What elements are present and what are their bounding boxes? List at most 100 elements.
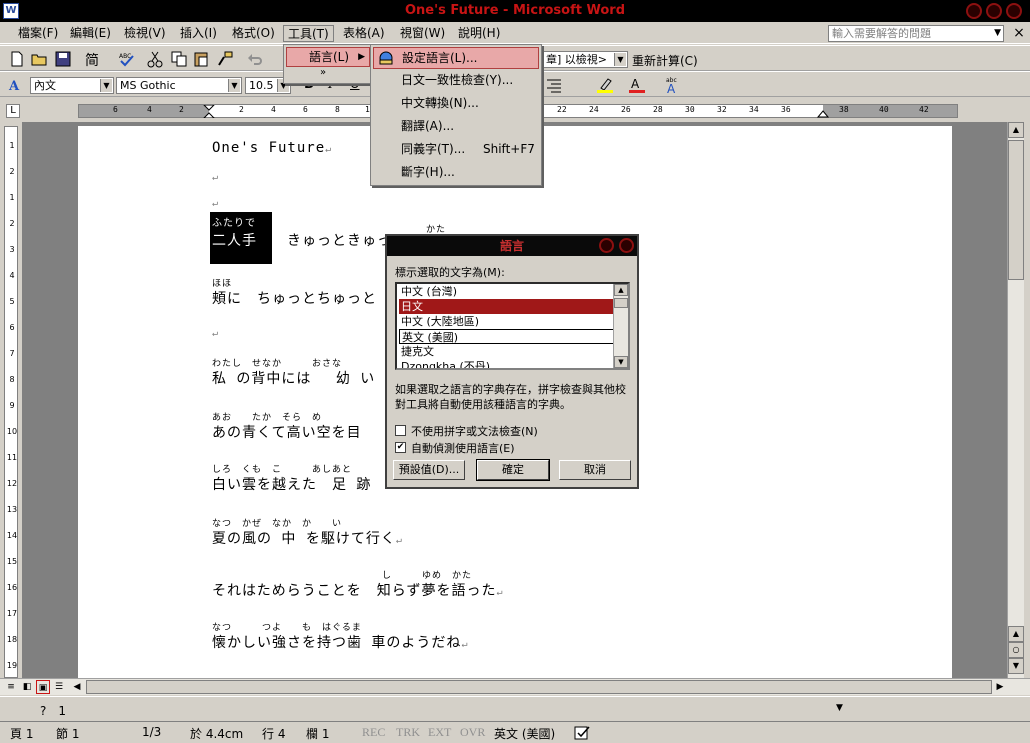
- right-indent-marker-icon[interactable]: [817, 105, 829, 118]
- status-rec[interactable]: REC: [362, 725, 385, 740]
- globe-book-icon: [379, 51, 393, 65]
- default-button[interactable]: 預設值(D)...: [393, 460, 465, 480]
- scroll-right-icon[interactable]: ▶: [993, 680, 1007, 694]
- status-ovr[interactable]: OVR: [460, 725, 485, 740]
- menu-file[interactable]: 檔案(F): [14, 25, 62, 42]
- help-search-input[interactable]: 輸入需要解答的問題 ▼: [828, 25, 1004, 42]
- list-item[interactable]: 中文 (台灣): [399, 284, 614, 299]
- menu-item-translate[interactable]: 翻譯(A)...: [373, 116, 539, 138]
- highlight-icon[interactable]: [596, 76, 614, 94]
- undo-icon[interactable]: [246, 50, 264, 68]
- next-page-icon[interactable]: ▼: [1008, 658, 1024, 674]
- list-item-selected[interactable]: 日文: [399, 299, 614, 314]
- auto-detect-checkbox[interactable]: ✔: [395, 442, 406, 453]
- document-close-button[interactable]: ×: [1010, 24, 1028, 42]
- align-right-icon[interactable]: [545, 76, 563, 94]
- copy-icon[interactable]: [170, 50, 188, 68]
- browse-object-icon[interactable]: ○: [1008, 642, 1024, 658]
- recalculate-button[interactable]: 重新計算(C): [632, 52, 698, 69]
- scroll-down-icon[interactable]: ▼: [614, 356, 628, 368]
- svg-text:A: A: [8, 79, 20, 94]
- menu-item-chinese-conversion[interactable]: 中文轉換(N)...: [373, 93, 539, 115]
- scroll-thumb[interactable]: [1008, 140, 1024, 280]
- ruler-tick: 6: [303, 105, 308, 114]
- chevron-down-icon[interactable]: ▼: [228, 79, 240, 92]
- outline-view-icon[interactable]: ☰: [52, 680, 66, 694]
- menu-edit[interactable]: 編輯(E): [66, 25, 115, 42]
- expand-menu-icon[interactable]: »: [320, 67, 326, 78]
- ok-button[interactable]: 確定: [476, 459, 550, 481]
- chevron-down-icon[interactable]: ▼: [836, 703, 843, 713]
- dialog-close-button[interactable]: [619, 238, 634, 253]
- horizontal-scrollbar[interactable]: ≡ ◧ ▣ ☰ ◀ ▶: [0, 678, 1030, 695]
- spelling-status-icon[interactable]: [574, 725, 592, 741]
- scroll-up-icon[interactable]: ▲: [1008, 122, 1024, 138]
- open-folder-icon[interactable]: [30, 50, 48, 68]
- chevron-down-icon[interactable]: ▼: [614, 53, 626, 66]
- help-button[interactable]: [599, 238, 614, 253]
- paste-icon[interactable]: [192, 50, 210, 68]
- phonetic-guide-icon[interactable]: abcA: [664, 76, 682, 94]
- view-mode-value: 章] 以檢視>: [546, 53, 608, 66]
- font-value: MS Gothic: [120, 79, 176, 92]
- chinese-simplified-icon[interactable]: 简: [84, 50, 102, 68]
- list-item[interactable]: Dzongkha (不丹): [399, 359, 614, 368]
- chevron-down-icon[interactable]: ▼: [100, 79, 112, 92]
- web-view-icon[interactable]: ◧: [20, 680, 34, 694]
- menu-item-set-language[interactable]: 設定語言(L)...: [373, 47, 539, 69]
- ruler-tick: 13: [6, 505, 18, 514]
- status-ext[interactable]: EXT: [428, 725, 451, 740]
- menu-item-language[interactable]: 語言(L) ▶: [286, 47, 370, 67]
- status-trk[interactable]: TRK: [396, 725, 420, 740]
- spelling-check-icon[interactable]: ABC: [118, 50, 136, 68]
- menu-window[interactable]: 視窗(W): [396, 25, 449, 42]
- scroll-thumb[interactable]: [614, 298, 628, 308]
- menu-view[interactable]: 檢視(V): [120, 25, 170, 42]
- title-bar: W One's Future - Microsoft Word: [0, 0, 1030, 22]
- hscroll-thumb[interactable]: [86, 680, 992, 694]
- menu-help[interactable]: 說明(H): [454, 25, 504, 42]
- ruler-tick: 30: [685, 105, 695, 114]
- menu-insert[interactable]: 插入(I): [176, 25, 221, 42]
- scroll-left-icon[interactable]: ◀: [70, 680, 84, 694]
- normal-view-icon[interactable]: ≡: [4, 680, 18, 694]
- style-select[interactable]: 內文 ▼: [30, 77, 114, 94]
- styles-icon[interactable]: A: [8, 76, 26, 94]
- cancel-button[interactable]: 取消: [559, 460, 631, 480]
- menu-format[interactable]: 格式(O): [228, 25, 279, 42]
- list-item[interactable]: 捷克文: [399, 344, 614, 359]
- format-painter-icon[interactable]: [216, 50, 234, 68]
- no-spell-check-checkbox[interactable]: [395, 425, 406, 436]
- cut-icon[interactable]: [146, 50, 164, 68]
- menu-item-japanese-consistency[interactable]: 日文一致性檢查(Y)...: [373, 70, 539, 92]
- list-scrollbar[interactable]: ▲ ▼: [613, 284, 628, 368]
- ruler-tick: 1: [9, 193, 15, 202]
- status-language[interactable]: 英文 (美國): [494, 725, 555, 742]
- menu-table[interactable]: 表格(A): [339, 25, 389, 42]
- indent-marker-icon[interactable]: [203, 105, 215, 118]
- new-document-icon[interactable]: [8, 50, 26, 68]
- print-view-icon[interactable]: ▣: [36, 680, 50, 694]
- minimize-button[interactable]: [966, 3, 982, 19]
- view-mode-select[interactable]: 章] 以檢視> ▼: [542, 51, 628, 68]
- vertical-scrollbar[interactable]: ▲ ▲ ○ ▼: [1007, 122, 1024, 678]
- language-list[interactable]: 中文 (台灣) 日文 中文 (大陸地區) 英文 (美國) 捷克文 Dzongkh…: [395, 282, 630, 370]
- list-item[interactable]: 中文 (大陸地區): [399, 314, 614, 329]
- ruler-tick: 16: [6, 583, 18, 592]
- ruler-tick: 2: [239, 105, 244, 114]
- vertical-ruler[interactable]: 12123456789101112131415161718192021: [4, 126, 18, 722]
- style-value: 內文: [34, 79, 56, 92]
- save-icon[interactable]: [54, 50, 72, 68]
- previous-page-icon[interactable]: ▲: [1008, 626, 1024, 642]
- font-select[interactable]: MS Gothic ▼: [116, 77, 242, 94]
- tab-selector[interactable]: L: [6, 104, 20, 118]
- menu-item-hyphenation[interactable]: 斷字(H)...: [373, 162, 539, 184]
- chevron-down-icon[interactable]: ▼: [994, 26, 1001, 41]
- menu-tools[interactable]: 工具(T): [283, 25, 334, 42]
- menu-item-thesaurus[interactable]: 同義字(T)... Shift+F7: [373, 139, 539, 161]
- close-button[interactable]: [1006, 3, 1022, 19]
- list-item[interactable]: 英文 (美國): [399, 329, 614, 344]
- maximize-button[interactable]: [986, 3, 1002, 19]
- scroll-up-icon[interactable]: ▲: [614, 284, 628, 296]
- font-color-icon[interactable]: A: [628, 76, 646, 94]
